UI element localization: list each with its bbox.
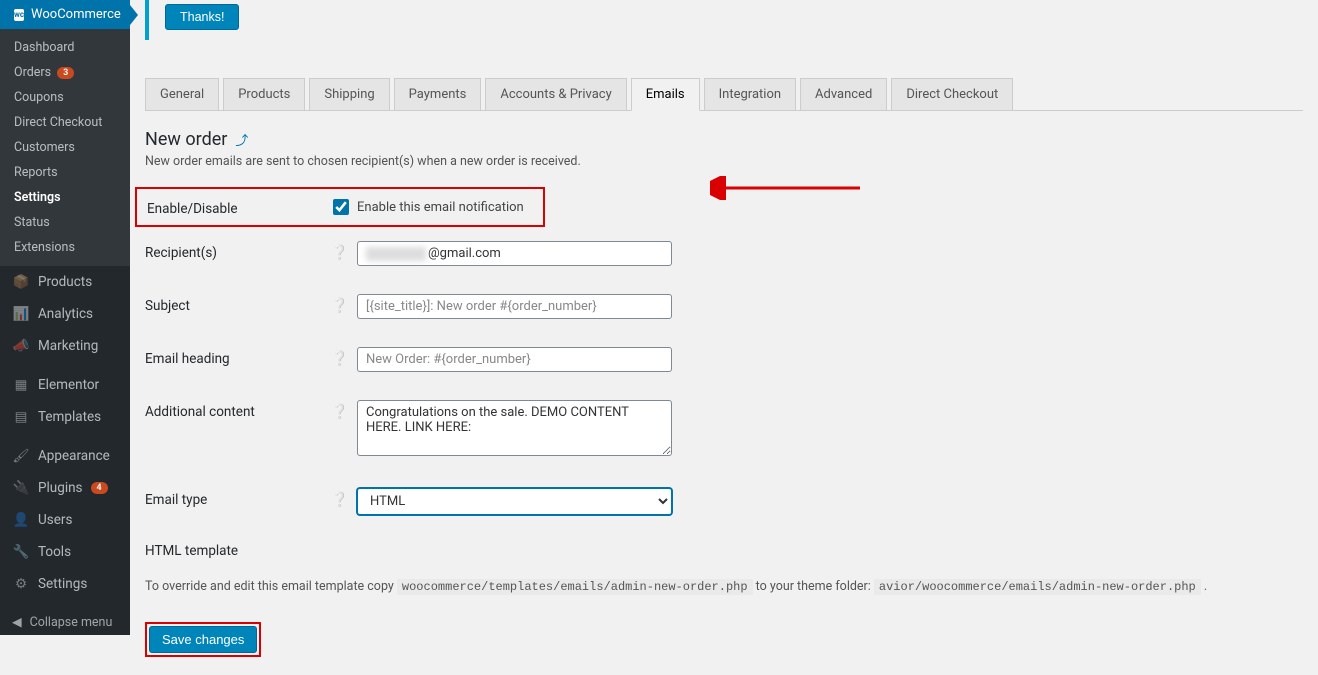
main-content: Thanks! General Products Shipping Paymen… [130, 0, 1318, 635]
tab-accounts-privacy[interactable]: Accounts & Privacy [485, 78, 626, 110]
tab-integration[interactable]: Integration [704, 78, 796, 110]
template-path-source: woocommerce/templates/emails/admin-new-o… [397, 579, 753, 595]
analytics-icon: 📊 [12, 306, 30, 322]
page-description: New order emails are sent to chosen reci… [145, 154, 1303, 169]
help-icon[interactable]: ❔ [331, 400, 349, 420]
sidebar-item-users[interactable]: 👤Users [0, 504, 130, 536]
enable-checkbox-text: Enable this email notification [357, 200, 524, 215]
sidebar-item-analytics[interactable]: 📊Analytics [0, 298, 130, 330]
tab-emails[interactable]: Emails [631, 78, 700, 111]
sidebar-item-reports[interactable]: Reports [0, 160, 130, 185]
settings-tabs: General Products Shipping Payments Accou… [145, 78, 1303, 110]
subject-label: Subject [145, 294, 331, 314]
tab-advanced[interactable]: Advanced [800, 78, 887, 110]
settings-icon: ⚙ [12, 576, 30, 592]
recipients-label: Recipient(s) [145, 241, 331, 261]
annotation-arrow [710, 176, 860, 204]
type-label: Email type [145, 488, 331, 508]
tab-direct-checkout[interactable]: Direct Checkout [891, 78, 1013, 110]
sidebar-item-templates[interactable]: ▤Templates [0, 401, 130, 433]
woocommerce-icon: wc [14, 9, 24, 21]
recipients-input[interactable]: @gmail.com [357, 241, 672, 266]
sidebar-item-orders[interactable]: Orders3 [0, 60, 130, 85]
template-path-dest: avior/woocommerce/emails/admin-new-order… [874, 579, 1201, 595]
appearance-icon: 🖌 [12, 448, 30, 464]
template-title: HTML template [145, 543, 1303, 559]
additional-content-textarea[interactable] [357, 400, 672, 456]
sidebar-item-plugins[interactable]: 🔌Plugins4 [0, 472, 130, 504]
tools-icon: 🔧 [12, 544, 30, 560]
sidebar-label: WooCommerce [31, 7, 121, 22]
heading-input[interactable] [357, 347, 672, 372]
save-highlight-box: Save changes [145, 622, 261, 657]
subject-input[interactable] [357, 294, 672, 319]
back-link-icon[interactable]: ⤴ [235, 130, 248, 149]
tab-products[interactable]: Products [223, 78, 305, 110]
email-type-select[interactable]: HTML [357, 488, 672, 515]
thanks-button[interactable]: Thanks! [165, 4, 239, 30]
sidebar-woocommerce[interactable]: wc WooCommerce [0, 0, 130, 29]
help-icon[interactable]: ❔ [331, 241, 349, 261]
redacted-text [366, 247, 426, 261]
orders-count-badge: 3 [57, 67, 74, 79]
admin-sidebar: wc WooCommerce Dashboard Orders3 Coupons… [0, 0, 130, 635]
tab-shipping[interactable]: Shipping [309, 78, 389, 110]
additional-label: Additional content [145, 400, 331, 420]
recipients-suffix: @gmail.com [428, 246, 501, 261]
collapse-menu[interactable]: ◀ Collapse menu [0, 606, 130, 638]
sidebar-item-status[interactable]: Status [0, 210, 130, 235]
sidebar-item-tools[interactable]: 🔧Tools [0, 536, 130, 568]
template-description: To override and edit this email template… [145, 579, 1303, 594]
sidebar-item-extensions[interactable]: Extensions [0, 235, 130, 260]
users-icon: 👤 [12, 512, 30, 528]
help-icon[interactable]: ❔ [331, 294, 349, 314]
sidebar-item-wpsettings[interactable]: ⚙Settings [0, 568, 130, 600]
woocommerce-submenu: Dashboard Orders3 Coupons Direct Checkou… [0, 29, 130, 266]
notice-border [145, 0, 149, 40]
enable-highlight-box: Enable/Disable Enable this email notific… [135, 187, 545, 227]
sidebar-item-appearance[interactable]: 🖌Appearance [0, 440, 130, 472]
plugins-icon: 🔌 [12, 480, 30, 496]
enable-checkbox[interactable] [333, 199, 349, 215]
sidebar-item-direct-checkout[interactable]: Direct Checkout [0, 110, 130, 135]
elementor-icon: ▦ [12, 377, 30, 393]
sidebar-item-customers[interactable]: Customers [0, 135, 130, 160]
save-changes-button[interactable]: Save changes [149, 626, 257, 653]
sidebar-item-settings[interactable]: Settings [0, 185, 130, 210]
sidebar-item-marketing[interactable]: 📣Marketing [0, 330, 130, 362]
admin-main-menu: 📦Products 📊Analytics 📣Marketing ▦Element… [0, 266, 130, 600]
help-icon[interactable]: ❔ [331, 488, 349, 508]
sidebar-item-coupons[interactable]: Coupons [0, 85, 130, 110]
sidebar-item-elementor[interactable]: ▦Elementor [0, 369, 130, 401]
tab-general[interactable]: General [145, 78, 219, 110]
heading-label: Email heading [145, 347, 331, 367]
marketing-icon: 📣 [12, 338, 30, 354]
page-title: New order ⤴ [145, 129, 1303, 150]
products-icon: 📦 [12, 274, 30, 290]
sidebar-separator [0, 433, 130, 440]
collapse-icon: ◀ [12, 614, 22, 630]
tab-payments[interactable]: Payments [394, 78, 482, 110]
sidebar-item-products[interactable]: 📦Products [0, 266, 130, 298]
plugins-count-badge: 4 [91, 482, 108, 494]
sidebar-separator [0, 362, 130, 369]
help-icon[interactable]: ❔ [331, 347, 349, 367]
templates-icon: ▤ [12, 409, 30, 425]
enable-disable-label: Enable/Disable [147, 197, 333, 217]
sidebar-item-dashboard[interactable]: Dashboard [0, 35, 130, 60]
